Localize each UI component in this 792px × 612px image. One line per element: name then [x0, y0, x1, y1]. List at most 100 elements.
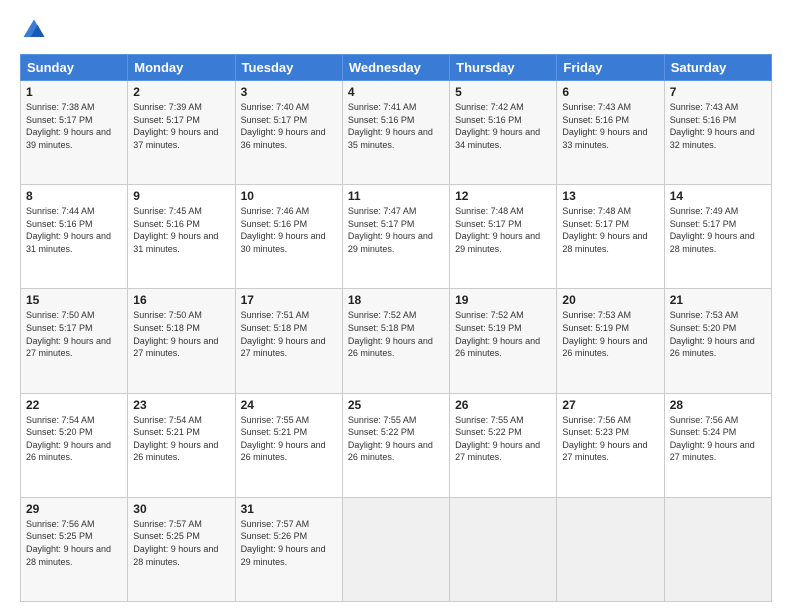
- day-number: 19: [455, 293, 551, 307]
- day-detail: Sunrise: 7:48 AMSunset: 5:17 PMDaylight:…: [455, 206, 540, 254]
- day-detail: Sunrise: 7:57 AMSunset: 5:26 PMDaylight:…: [241, 519, 326, 567]
- weekday-monday: Monday: [128, 55, 235, 81]
- day-number: 3: [241, 85, 337, 99]
- calendar-cell: 30 Sunrise: 7:57 AMSunset: 5:25 PMDaylig…: [128, 497, 235, 601]
- day-number: 29: [26, 502, 122, 516]
- day-detail: Sunrise: 7:50 AMSunset: 5:18 PMDaylight:…: [133, 310, 218, 358]
- weekday-header-row: SundayMondayTuesdayWednesdayThursdayFrid…: [21, 55, 772, 81]
- day-number: 10: [241, 189, 337, 203]
- day-detail: Sunrise: 7:43 AMSunset: 5:16 PMDaylight:…: [562, 102, 647, 150]
- calendar-cell: 17 Sunrise: 7:51 AMSunset: 5:18 PMDaylig…: [235, 289, 342, 393]
- day-number: 21: [670, 293, 766, 307]
- day-detail: Sunrise: 7:52 AMSunset: 5:18 PMDaylight:…: [348, 310, 433, 358]
- logo-icon: [20, 16, 48, 44]
- calendar-cell: 21 Sunrise: 7:53 AMSunset: 5:20 PMDaylig…: [664, 289, 771, 393]
- week-row-4: 22 Sunrise: 7:54 AMSunset: 5:20 PMDaylig…: [21, 393, 772, 497]
- calendar-cell: 4 Sunrise: 7:41 AMSunset: 5:16 PMDayligh…: [342, 81, 449, 185]
- day-detail: Sunrise: 7:53 AMSunset: 5:19 PMDaylight:…: [562, 310, 647, 358]
- day-detail: Sunrise: 7:42 AMSunset: 5:16 PMDaylight:…: [455, 102, 540, 150]
- day-number: 31: [241, 502, 337, 516]
- calendar-cell: 19 Sunrise: 7:52 AMSunset: 5:19 PMDaylig…: [450, 289, 557, 393]
- calendar-cell: 5 Sunrise: 7:42 AMSunset: 5:16 PMDayligh…: [450, 81, 557, 185]
- calendar-cell: 2 Sunrise: 7:39 AMSunset: 5:17 PMDayligh…: [128, 81, 235, 185]
- day-number: 4: [348, 85, 444, 99]
- day-detail: Sunrise: 7:55 AMSunset: 5:22 PMDaylight:…: [348, 415, 433, 463]
- calendar-cell: 28 Sunrise: 7:56 AMSunset: 5:24 PMDaylig…: [664, 393, 771, 497]
- day-detail: Sunrise: 7:54 AMSunset: 5:20 PMDaylight:…: [26, 415, 111, 463]
- header: [20, 16, 772, 44]
- day-detail: Sunrise: 7:54 AMSunset: 5:21 PMDaylight:…: [133, 415, 218, 463]
- day-number: 18: [348, 293, 444, 307]
- day-detail: Sunrise: 7:55 AMSunset: 5:21 PMDaylight:…: [241, 415, 326, 463]
- calendar-cell: 25 Sunrise: 7:55 AMSunset: 5:22 PMDaylig…: [342, 393, 449, 497]
- day-detail: Sunrise: 7:47 AMSunset: 5:17 PMDaylight:…: [348, 206, 433, 254]
- calendar-cell: 6 Sunrise: 7:43 AMSunset: 5:16 PMDayligh…: [557, 81, 664, 185]
- weekday-sunday: Sunday: [21, 55, 128, 81]
- calendar-cell: 18 Sunrise: 7:52 AMSunset: 5:18 PMDaylig…: [342, 289, 449, 393]
- day-number: 26: [455, 398, 551, 412]
- weekday-tuesday: Tuesday: [235, 55, 342, 81]
- day-number: 1: [26, 85, 122, 99]
- calendar-cell: 27 Sunrise: 7:56 AMSunset: 5:23 PMDaylig…: [557, 393, 664, 497]
- week-row-3: 15 Sunrise: 7:50 AMSunset: 5:17 PMDaylig…: [21, 289, 772, 393]
- day-detail: Sunrise: 7:56 AMSunset: 5:24 PMDaylight:…: [670, 415, 755, 463]
- weekday-wednesday: Wednesday: [342, 55, 449, 81]
- day-number: 6: [562, 85, 658, 99]
- day-detail: Sunrise: 7:56 AMSunset: 5:23 PMDaylight:…: [562, 415, 647, 463]
- calendar-cell: 16 Sunrise: 7:50 AMSunset: 5:18 PMDaylig…: [128, 289, 235, 393]
- calendar-cell: 24 Sunrise: 7:55 AMSunset: 5:21 PMDaylig…: [235, 393, 342, 497]
- day-number: 12: [455, 189, 551, 203]
- day-number: 24: [241, 398, 337, 412]
- logo: [20, 16, 52, 44]
- day-number: 30: [133, 502, 229, 516]
- day-detail: Sunrise: 7:39 AMSunset: 5:17 PMDaylight:…: [133, 102, 218, 150]
- day-detail: Sunrise: 7:57 AMSunset: 5:25 PMDaylight:…: [133, 519, 218, 567]
- calendar-table: SundayMondayTuesdayWednesdayThursdayFrid…: [20, 54, 772, 602]
- day-number: 16: [133, 293, 229, 307]
- calendar-cell: 29 Sunrise: 7:56 AMSunset: 5:25 PMDaylig…: [21, 497, 128, 601]
- calendar-cell: [342, 497, 449, 601]
- day-number: 25: [348, 398, 444, 412]
- weekday-friday: Friday: [557, 55, 664, 81]
- day-detail: Sunrise: 7:46 AMSunset: 5:16 PMDaylight:…: [241, 206, 326, 254]
- calendar-cell: 14 Sunrise: 7:49 AMSunset: 5:17 PMDaylig…: [664, 185, 771, 289]
- day-number: 14: [670, 189, 766, 203]
- calendar-cell: [450, 497, 557, 601]
- calendar-body: 1 Sunrise: 7:38 AMSunset: 5:17 PMDayligh…: [21, 81, 772, 602]
- day-detail: Sunrise: 7:41 AMSunset: 5:16 PMDaylight:…: [348, 102, 433, 150]
- calendar-cell: 10 Sunrise: 7:46 AMSunset: 5:16 PMDaylig…: [235, 185, 342, 289]
- day-number: 27: [562, 398, 658, 412]
- calendar-cell: 20 Sunrise: 7:53 AMSunset: 5:19 PMDaylig…: [557, 289, 664, 393]
- day-detail: Sunrise: 7:53 AMSunset: 5:20 PMDaylight:…: [670, 310, 755, 358]
- weekday-saturday: Saturday: [664, 55, 771, 81]
- calendar-cell: 13 Sunrise: 7:48 AMSunset: 5:17 PMDaylig…: [557, 185, 664, 289]
- week-row-5: 29 Sunrise: 7:56 AMSunset: 5:25 PMDaylig…: [21, 497, 772, 601]
- day-detail: Sunrise: 7:51 AMSunset: 5:18 PMDaylight:…: [241, 310, 326, 358]
- calendar-cell: 15 Sunrise: 7:50 AMSunset: 5:17 PMDaylig…: [21, 289, 128, 393]
- day-number: 8: [26, 189, 122, 203]
- day-number: 20: [562, 293, 658, 307]
- day-detail: Sunrise: 7:52 AMSunset: 5:19 PMDaylight:…: [455, 310, 540, 358]
- calendar-cell: 22 Sunrise: 7:54 AMSunset: 5:20 PMDaylig…: [21, 393, 128, 497]
- calendar-cell: 8 Sunrise: 7:44 AMSunset: 5:16 PMDayligh…: [21, 185, 128, 289]
- day-detail: Sunrise: 7:49 AMSunset: 5:17 PMDaylight:…: [670, 206, 755, 254]
- day-number: 28: [670, 398, 766, 412]
- day-number: 13: [562, 189, 658, 203]
- day-detail: Sunrise: 7:50 AMSunset: 5:17 PMDaylight:…: [26, 310, 111, 358]
- day-number: 15: [26, 293, 122, 307]
- day-detail: Sunrise: 7:55 AMSunset: 5:22 PMDaylight:…: [455, 415, 540, 463]
- calendar-cell: 3 Sunrise: 7:40 AMSunset: 5:17 PMDayligh…: [235, 81, 342, 185]
- day-number: 2: [133, 85, 229, 99]
- day-number: 23: [133, 398, 229, 412]
- week-row-1: 1 Sunrise: 7:38 AMSunset: 5:17 PMDayligh…: [21, 81, 772, 185]
- day-number: 17: [241, 293, 337, 307]
- day-number: 11: [348, 189, 444, 203]
- weekday-thursday: Thursday: [450, 55, 557, 81]
- calendar-page: SundayMondayTuesdayWednesdayThursdayFrid…: [0, 0, 792, 612]
- calendar-cell: [664, 497, 771, 601]
- day-detail: Sunrise: 7:45 AMSunset: 5:16 PMDaylight:…: [133, 206, 218, 254]
- calendar-cell: [557, 497, 664, 601]
- calendar-cell: 26 Sunrise: 7:55 AMSunset: 5:22 PMDaylig…: [450, 393, 557, 497]
- day-detail: Sunrise: 7:48 AMSunset: 5:17 PMDaylight:…: [562, 206, 647, 254]
- calendar-cell: 11 Sunrise: 7:47 AMSunset: 5:17 PMDaylig…: [342, 185, 449, 289]
